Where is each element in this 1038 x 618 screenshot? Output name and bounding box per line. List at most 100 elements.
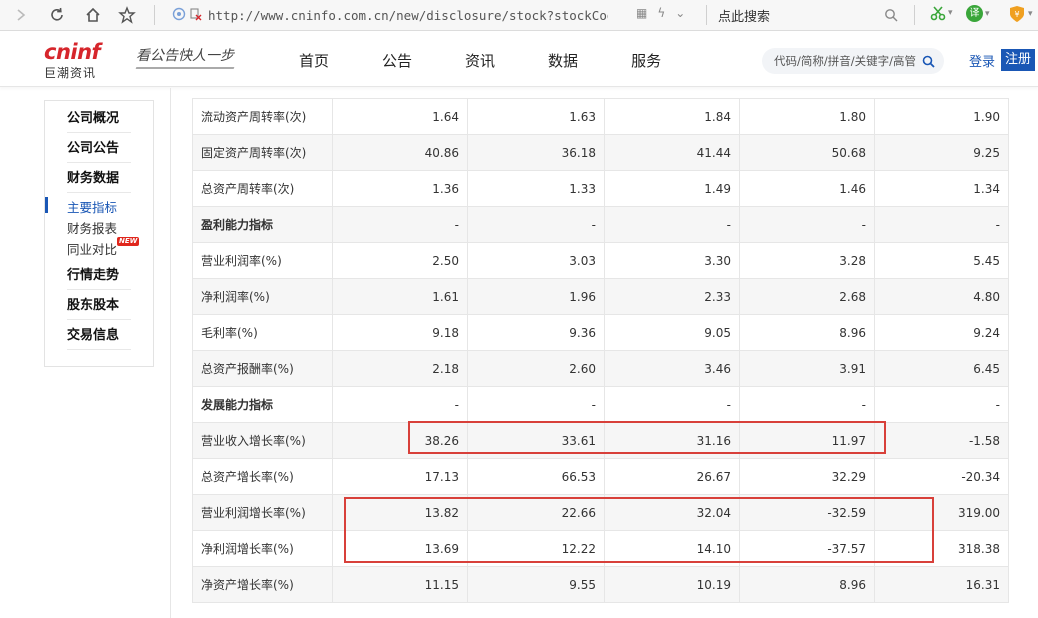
value-cell: 2.18 [332, 350, 468, 387]
value-cell: 11.15 [332, 566, 468, 603]
value-cell: 1.33 [467, 170, 605, 207]
site-info-icon[interactable] [172, 6, 186, 25]
sidebar-item-trading-info[interactable]: 交易信息 [67, 326, 131, 350]
indicator-label-cell: 总资产周转率(次) [192, 170, 333, 207]
value-cell: - [739, 386, 875, 423]
value-cell: - [874, 386, 1009, 423]
sidebar: 公司概况 公司公告 财务数据 主要指标 财务报表 同业对比 NEW 行情走势 股… [44, 100, 154, 367]
main-nav: 首页 公告 资讯 数据 服务 [299, 50, 714, 71]
logo-text: cninf [44, 40, 101, 64]
value-cell: 13.82 [332, 494, 468, 531]
table-row: 盈利能力指标 - - - - - [192, 206, 1009, 243]
value-cell: 1.96 [467, 278, 605, 315]
sidebar-sub-key-indicators[interactable]: 主要指标 [67, 197, 117, 216]
sidebar-item-shareholders[interactable]: 股东股本 [67, 296, 131, 320]
value-cell: 1.46 [739, 170, 875, 207]
value-cell: 8.96 [739, 314, 875, 351]
nav-announcements[interactable]: 公告 [382, 50, 412, 71]
site-header: cninf 巨潮资讯 看公告快人一步 首页 公告 资讯 数据 服务 代码/简称/… [0, 31, 1038, 87]
table-row: 净利润增长率(%) 13.69 12.22 14.10 -37.57 318.38 [192, 530, 1009, 567]
section-header-cell: 盈利能力指标 [192, 206, 333, 243]
browser-toolbar: http://www.cninfo.com.cn/new/disclosure/… [0, 0, 1038, 31]
indicator-label-cell: 流动资产周转率(次) [192, 98, 333, 135]
grid-icon[interactable]: ▦ [636, 6, 647, 20]
url-text[interactable]: http://www.cninfo.com.cn/new/disclosure/… [208, 8, 608, 23]
sidebar-item-company-announcements[interactable]: 公司公告 [67, 139, 131, 163]
value-cell: 318.38 [874, 530, 1009, 567]
bookmark-star-icon[interactable] [116, 4, 138, 26]
value-cell: 1.90 [874, 98, 1009, 135]
value-cell: 4.80 [874, 278, 1009, 315]
sidebar-item-financial-data[interactable]: 财务数据 [67, 169, 131, 193]
table-row: 固定资产周转率(次) 40.86 36.18 41.44 50.68 9.25 [192, 134, 1009, 171]
value-cell: 9.24 [874, 314, 1009, 351]
value-cell: 10.19 [604, 566, 740, 603]
value-cell: 22.66 [467, 494, 605, 531]
value-cell: - [332, 386, 468, 423]
value-cell: 13.69 [332, 530, 468, 567]
table-row: 净利润率(%) 1.61 1.96 2.33 2.68 4.80 [192, 278, 1009, 315]
value-cell: -20.34 [874, 458, 1009, 495]
indicator-label-cell: 营业利润率(%) [192, 242, 333, 279]
table-row: 净资产增长率(%) 11.15 9.55 10.19 8.96 16.31 [192, 566, 1009, 603]
forward-icon[interactable] [10, 4, 32, 26]
register-button[interactable]: 注册 [1001, 49, 1036, 71]
stock-search-input[interactable]: 代码/简称/拼音/关键字/高管 [762, 48, 944, 74]
browser-search-placeholder: 点此搜索 [718, 9, 771, 25]
indicator-label-cell: 总资产报酬率(%) [192, 350, 333, 387]
nav-home[interactable]: 首页 [299, 50, 329, 71]
value-cell: 6.45 [874, 350, 1009, 387]
address-bar[interactable]: http://www.cninfo.com.cn/new/disclosure/… [172, 4, 702, 26]
stock-search-placeholder: 代码/简称/拼音/关键字/高管 [774, 54, 916, 68]
table-row: 营业利润增长率(%) 13.82 22.66 32.04 -32.59 319.00 [192, 494, 1009, 531]
search-icon[interactable] [922, 53, 935, 72]
table-row: 发展能力指标 - - - - - [192, 386, 1009, 423]
search-icon[interactable] [880, 4, 902, 26]
value-cell: 3.46 [604, 350, 740, 387]
table-row: 流动资产周转率(次) 1.64 1.63 1.84 1.80 1.90 [192, 98, 1009, 135]
sidebar-item-company-overview[interactable]: 公司概况 [67, 109, 131, 133]
indicator-label-cell: 净资产增长率(%) [192, 566, 333, 603]
nav-news[interactable]: 资讯 [465, 50, 495, 71]
value-cell: 31.16 [604, 422, 740, 459]
yen-extension-icon[interactable]: ¥ ▾ [1008, 5, 1033, 23]
table-row: 总资产增长率(%) 17.13 66.53 26.67 32.29 -20.34 [192, 458, 1009, 495]
indicator-label-cell: 毛利率(%) [192, 314, 333, 351]
cninfo-logo[interactable]: cninf 巨潮资讯 [44, 41, 124, 81]
value-cell: - [467, 386, 605, 423]
home-icon[interactable] [82, 4, 104, 26]
value-cell: - [467, 206, 605, 243]
sidebar-item-market-trend[interactable]: 行情走势 [67, 266, 131, 290]
sidebar-sub-peer-comparison[interactable]: 同业对比 [67, 239, 117, 258]
value-cell: 33.61 [467, 422, 605, 459]
indicator-label-cell: 净利润增长率(%) [192, 530, 333, 567]
value-cell: 2.60 [467, 350, 605, 387]
translate-extension-icon[interactable]: 译 ▾ [966, 5, 990, 22]
value-cell: 32.04 [604, 494, 740, 531]
value-cell: 26.67 [604, 458, 740, 495]
value-cell: 50.68 [739, 134, 875, 171]
table-row: 营业收入增长率(%) 38.26 33.61 31.16 11.97 -1.58 [192, 422, 1009, 459]
scissors-extension-icon[interactable]: ▾ [930, 5, 953, 21]
svg-text:¥: ¥ [1014, 10, 1019, 19]
value-cell: -37.57 [739, 530, 875, 567]
chevron-down-icon[interactable]: ⌄ [675, 6, 685, 20]
value-cell: 9.05 [604, 314, 740, 351]
refresh-icon[interactable] [46, 4, 68, 26]
nav-services[interactable]: 服务 [631, 50, 661, 71]
indicator-label-cell: 营业利润增长率(%) [192, 494, 333, 531]
table-row: 总资产报酬率(%) 2.18 2.60 3.46 3.91 6.45 [192, 350, 1009, 387]
sidebar-sub-financial-statements[interactable]: 财务报表 [67, 218, 117, 237]
toolbar-divider [914, 5, 915, 25]
value-cell: 40.86 [332, 134, 468, 171]
value-cell: 2.50 [332, 242, 468, 279]
nav-data[interactable]: 数据 [548, 50, 578, 71]
value-cell: 2.33 [604, 278, 740, 315]
value-cell: - [874, 206, 1009, 243]
lightning-icon[interactable]: ϟ [657, 6, 665, 20]
value-cell: 2.68 [739, 278, 875, 315]
login-link[interactable]: 登录 [969, 51, 995, 70]
value-cell: 1.34 [874, 170, 1009, 207]
value-cell: 3.03 [467, 242, 605, 279]
value-cell: 41.44 [604, 134, 740, 171]
